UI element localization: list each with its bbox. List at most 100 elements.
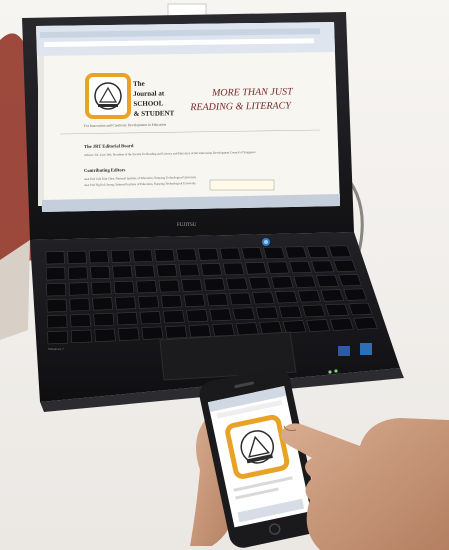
keyboard-key[interactable] [348, 302, 373, 316]
keyboard-key[interactable] [162, 310, 185, 324]
keyboard-key[interactable] [274, 290, 298, 304]
keyboard-key[interactable] [293, 275, 317, 288]
keyboard-key[interactable] [270, 276, 294, 289]
keyboard-key[interactable] [297, 290, 321, 303]
keyboard-key[interactable] [241, 247, 264, 260]
keyboard-key[interactable] [306, 245, 330, 258]
keyboard-key[interactable] [328, 245, 352, 258]
keyboard-key[interactable] [46, 282, 67, 297]
keyboard-key[interactable] [263, 246, 286, 260]
photo-scene: The Journal at SCHOOL & STUDENT MORE THA… [0, 0, 449, 550]
keyboard-key[interactable] [248, 276, 271, 290]
keyboard-key[interactable] [325, 303, 350, 317]
keyboard-key[interactable] [222, 262, 245, 276]
keyboard-key[interactable] [176, 248, 198, 262]
keyboard-key[interactable] [70, 329, 92, 344]
keyboard-key[interactable] [139, 311, 162, 325]
keyboard-key[interactable] [284, 246, 308, 259]
keyboard-key[interactable] [206, 293, 229, 307]
keyboard-key[interactable] [70, 313, 91, 328]
keyboard-key[interactable] [306, 319, 331, 332]
keyboard-key[interactable] [134, 264, 156, 278]
keyboard-key[interactable] [112, 265, 133, 279]
keyboard-key[interactable] [46, 298, 67, 313]
keyboard-key[interactable] [232, 307, 256, 321]
keyboard-key[interactable] [89, 250, 109, 264]
keyboard-key[interactable] [353, 317, 378, 330]
keyboard-key[interactable] [235, 322, 259, 336]
headline-line-2: READING & LITERACY [189, 100, 292, 113]
keyboard-key[interactable] [113, 280, 135, 295]
editorial-board-heading: The JRT Editorial Board [84, 143, 134, 149]
keyboard-key[interactable] [93, 312, 115, 327]
journal-name-line-1: The [133, 80, 145, 88]
intel-sticker-icon [360, 343, 372, 355]
keyboard-key[interactable] [282, 320, 307, 334]
keyboard-key[interactable] [229, 292, 252, 306]
keyboard-key[interactable] [92, 297, 113, 311]
keyboard-key[interactable] [338, 274, 362, 287]
keyboard-key[interactable] [160, 294, 183, 308]
keyboard-key[interactable] [68, 282, 89, 296]
keyboard-key[interactable] [45, 267, 66, 281]
status-light [328, 370, 332, 374]
keyboard-key[interactable] [333, 259, 357, 272]
keyboard-key[interactable] [188, 324, 212, 338]
keyboard-key[interactable] [68, 266, 88, 280]
phone-journal-logo-icon [225, 414, 290, 479]
contributing-heading: Contributing Editors [84, 167, 126, 173]
keyboard-key[interactable] [115, 296, 137, 310]
keyboard-key[interactable] [45, 251, 65, 265]
keyboard-key[interactable] [212, 323, 235, 337]
status-light [334, 369, 338, 373]
keyboard-key[interactable] [244, 262, 267, 275]
keyboard-key[interactable] [197, 248, 220, 261]
keyboard-key[interactable] [301, 304, 326, 318]
headline-line-1: MORE THAN JUST [211, 86, 294, 98]
keyboard-key[interactable] [136, 280, 158, 294]
keyboard-key[interactable] [219, 247, 242, 261]
keyboard-key[interactable] [91, 281, 112, 295]
tooltip [209, 179, 275, 191]
keyboard-key[interactable] [289, 260, 312, 274]
journal-logo-icon [85, 73, 131, 119]
keyboard-key[interactable] [320, 289, 345, 302]
keyboard-key[interactable] [90, 265, 111, 280]
power-button-glow [264, 240, 268, 244]
keyboard-key[interactable] [158, 279, 180, 293]
keyboard-key[interactable] [255, 306, 279, 320]
keyboard-key[interactable] [225, 277, 249, 291]
keyboard-key[interactable] [165, 325, 188, 339]
keyboard-key[interactable] [181, 278, 203, 292]
keyboard-key[interactable] [178, 263, 200, 277]
keyboard-key[interactable] [278, 305, 303, 319]
keyboard-key[interactable] [156, 264, 178, 278]
keyboard-key[interactable] [47, 330, 69, 345]
keyboard-key[interactable] [343, 288, 368, 301]
keyboard-key[interactable] [203, 278, 226, 291]
keyboard-key[interactable] [69, 298, 90, 312]
keyboard-key[interactable] [154, 248, 175, 262]
journal-name-line-3: SCHOOL [133, 99, 163, 108]
keyboard-key[interactable] [117, 327, 140, 341]
keyboard-key[interactable] [116, 312, 138, 326]
keyboard-key[interactable] [137, 295, 160, 309]
keyboard-key[interactable] [94, 328, 116, 343]
keyboard-key[interactable] [110, 249, 131, 263]
keyboard-key[interactable] [315, 274, 340, 288]
keyboard-key[interactable] [183, 294, 206, 307]
keyboard-key[interactable] [47, 314, 68, 329]
keyboard-key[interactable] [259, 321, 283, 335]
keyboard-key[interactable] [266, 261, 290, 274]
windows-sticker-icon [338, 346, 350, 356]
keyboard-key[interactable] [311, 260, 335, 273]
keyboard-key[interactable] [200, 263, 223, 276]
keyboard-key[interactable] [67, 250, 87, 264]
keyboard-key[interactable] [252, 291, 275, 305]
journal-name-line-4: & STUDENT [134, 109, 175, 118]
keyboard-key[interactable] [186, 309, 209, 323]
keyboard-key[interactable] [209, 308, 232, 322]
keyboard-key[interactable] [329, 318, 354, 331]
keyboard-key[interactable] [141, 326, 164, 340]
keyboard-key[interactable] [132, 249, 153, 263]
